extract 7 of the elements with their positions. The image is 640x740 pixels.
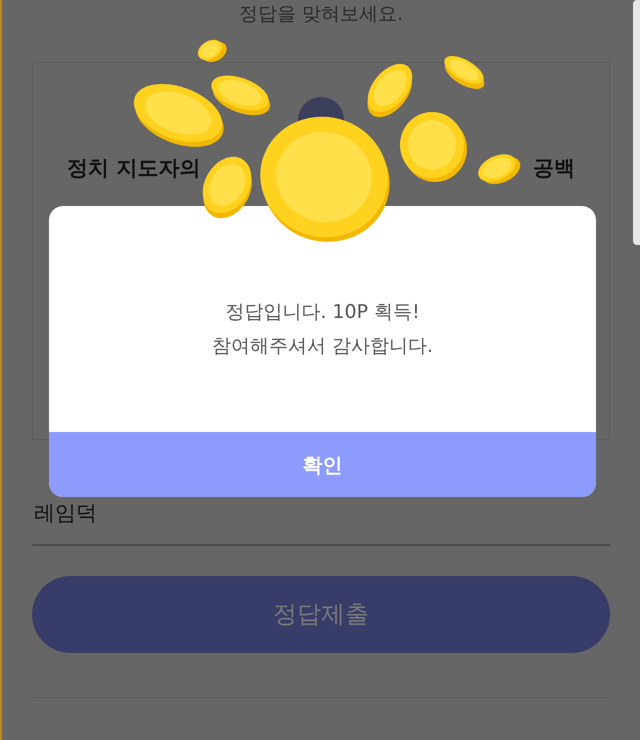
question-title: 공백 xyxy=(533,155,575,182)
question-title: 정치 지도자의 xyxy=(67,155,200,182)
dialog-message: 참여해주셔서 감사합니다. xyxy=(212,334,434,359)
confirm-button[interactable]: 확인 xyxy=(49,432,596,497)
dialog-message: 정답입니다. 10P 획득! xyxy=(225,300,420,325)
instruction-text: 정답을 맞혀보세요. xyxy=(238,2,404,27)
scrollbar[interactable] xyxy=(633,0,640,245)
